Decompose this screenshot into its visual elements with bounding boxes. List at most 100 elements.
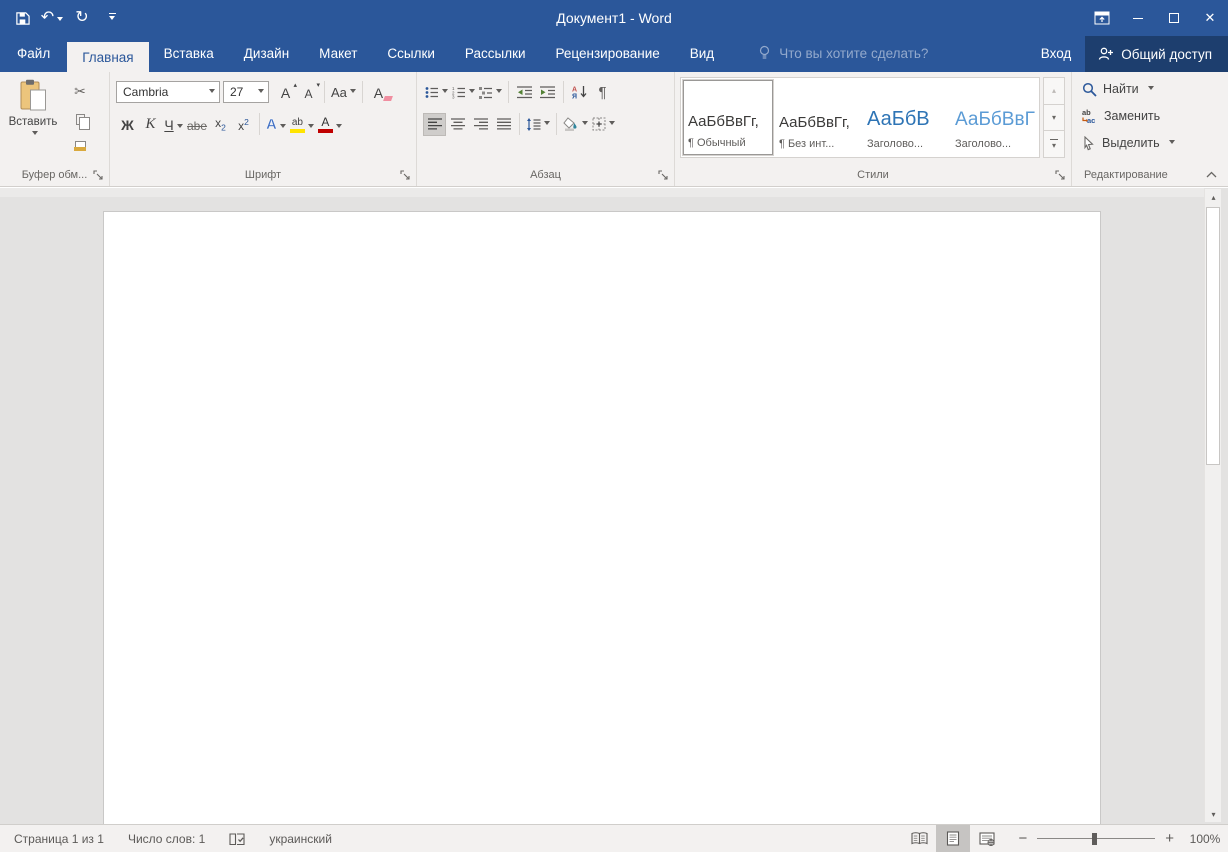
multilevel-list-button[interactable] bbox=[477, 81, 504, 104]
bullets-caret[interactable] bbox=[442, 89, 448, 96]
maximize-button[interactable] bbox=[1156, 0, 1192, 36]
strikethrough-button[interactable]: abe bbox=[185, 113, 209, 136]
find-button[interactable]: Найти bbox=[1082, 78, 1175, 100]
style-no-spacing[interactable]: АаБбВвГг, ¶ Без инт... bbox=[775, 80, 861, 155]
align-center-button[interactable] bbox=[446, 113, 469, 136]
font-family-combobox[interactable]: Cambria bbox=[116, 81, 220, 103]
line-spacing-caret[interactable] bbox=[544, 121, 550, 128]
highlight-caret[interactable] bbox=[308, 124, 314, 131]
zoom-slider-thumb[interactable] bbox=[1092, 833, 1097, 845]
shading-caret[interactable] bbox=[582, 121, 588, 128]
ribbon-display-options-button[interactable] bbox=[1084, 0, 1120, 36]
web-layout-button[interactable] bbox=[970, 825, 1004, 852]
text-effects-button[interactable]: А bbox=[264, 113, 288, 136]
paste-dropdown-caret[interactable] bbox=[32, 131, 38, 138]
borders-button[interactable] bbox=[590, 113, 617, 136]
style-heading2[interactable]: АаБбВвГ Заголово... bbox=[951, 80, 1037, 155]
highlight-color-button[interactable]: ab bbox=[288, 113, 316, 136]
clear-formatting-button[interactable]: А bbox=[367, 81, 390, 104]
font-dialog-launcher-icon[interactable] bbox=[400, 170, 411, 181]
shading-button[interactable] bbox=[561, 113, 590, 136]
page-number-indicator[interactable]: Страница 1 из 1 bbox=[0, 832, 116, 846]
show-paragraph-marks-button[interactable]: ¶ bbox=[591, 81, 614, 104]
tab-insert[interactable]: Вставка bbox=[149, 36, 229, 72]
cut-button[interactable]: ✂ bbox=[68, 79, 92, 103]
tell-me-box[interactable]: Что вы хотите сделать? bbox=[743, 36, 942, 72]
line-spacing-button[interactable] bbox=[524, 113, 552, 136]
tab-mailings[interactable]: Рассылки bbox=[450, 36, 541, 72]
copy-button[interactable] bbox=[68, 107, 92, 131]
font-family-dropdown[interactable] bbox=[204, 82, 219, 102]
find-caret[interactable] bbox=[1148, 86, 1154, 93]
select-caret[interactable] bbox=[1169, 140, 1175, 147]
redo-button[interactable]: ↻ bbox=[68, 3, 96, 33]
print-layout-button[interactable] bbox=[936, 825, 970, 852]
increase-indent-button[interactable] bbox=[536, 81, 559, 104]
styles-scroll-up-button[interactable]: ▴ bbox=[1043, 77, 1065, 105]
decrease-indent-button[interactable] bbox=[513, 81, 536, 104]
close-button[interactable]: ✕ bbox=[1192, 0, 1228, 36]
save-button[interactable] bbox=[8, 3, 36, 33]
document-page[interactable] bbox=[103, 211, 1101, 824]
undo-button[interactable]: ↶ bbox=[38, 3, 66, 33]
paragraph-dialog-launcher-icon[interactable] bbox=[658, 170, 669, 181]
tab-review[interactable]: Рецензирование bbox=[541, 36, 675, 72]
superscript-button[interactable]: x2 bbox=[232, 113, 255, 136]
collapse-ribbon-button[interactable] bbox=[1204, 168, 1218, 180]
minimize-button[interactable] bbox=[1120, 0, 1156, 36]
styles-gallery-more-button[interactable]: ▾ bbox=[1043, 130, 1065, 158]
format-painter-button[interactable] bbox=[68, 135, 92, 159]
align-right-button[interactable] bbox=[469, 113, 492, 136]
style-normal[interactable]: АаБбВвГг, ¶ Обычный bbox=[683, 80, 773, 155]
font-size-combobox[interactable]: 27 bbox=[223, 81, 269, 103]
grow-font-button[interactable]: А▴ bbox=[274, 81, 297, 104]
paste-button[interactable]: Вставить bbox=[6, 79, 60, 164]
tab-design[interactable]: Дизайн bbox=[229, 36, 304, 72]
styles-dialog-launcher-icon[interactable] bbox=[1055, 170, 1066, 181]
font-color-button[interactable]: А bbox=[316, 113, 344, 136]
styles-scroll-down-button[interactable]: ▾ bbox=[1043, 104, 1065, 132]
numbering-caret[interactable] bbox=[469, 89, 475, 96]
sign-in-button[interactable]: Вход bbox=[1027, 36, 1086, 72]
shrink-font-button[interactable]: А▾ bbox=[297, 81, 320, 104]
read-mode-button[interactable] bbox=[902, 825, 936, 852]
share-button[interactable]: Общий доступ bbox=[1085, 36, 1228, 72]
tab-layout[interactable]: Макет bbox=[304, 36, 372, 72]
underline-button[interactable]: Ч bbox=[162, 113, 185, 136]
scroll-down-button[interactable]: ▾ bbox=[1205, 806, 1222, 822]
italic-button[interactable]: К bbox=[139, 113, 162, 136]
bullets-button[interactable] bbox=[423, 81, 450, 104]
text-effects-caret[interactable] bbox=[280, 124, 286, 131]
tab-view[interactable]: Вид bbox=[675, 36, 729, 72]
tab-home[interactable]: Главная bbox=[67, 42, 148, 72]
word-count-indicator[interactable]: Число слов: 1 bbox=[116, 832, 217, 846]
underline-caret[interactable] bbox=[177, 124, 183, 131]
change-case-button[interactable]: Aa bbox=[329, 81, 358, 104]
multilevel-caret[interactable] bbox=[496, 89, 502, 96]
zoom-level-indicator[interactable]: 100% bbox=[1182, 832, 1228, 846]
customize-qat-button[interactable] bbox=[98, 3, 126, 33]
style-heading1[interactable]: АаБбВ Заголово... bbox=[863, 80, 949, 155]
font-size-dropdown[interactable] bbox=[253, 82, 268, 102]
sort-button[interactable]: АЯ bbox=[568, 81, 591, 104]
justify-button[interactable] bbox=[492, 113, 515, 136]
scrollbar-thumb[interactable] bbox=[1206, 207, 1220, 465]
vertical-scrollbar[interactable]: ▴ ▾ bbox=[1204, 189, 1221, 822]
zoom-in-button[interactable]: + bbox=[1165, 830, 1174, 847]
language-indicator[interactable]: украинский bbox=[257, 832, 344, 846]
numbering-button[interactable]: 123 bbox=[450, 81, 477, 104]
replace-button[interactable]: abac Заменить bbox=[1082, 105, 1175, 127]
tab-references[interactable]: Ссылки bbox=[372, 36, 450, 72]
select-button[interactable]: Выделить bbox=[1082, 132, 1175, 154]
zoom-slider[interactable] bbox=[1037, 832, 1155, 846]
clipboard-dialog-launcher-icon[interactable] bbox=[93, 170, 104, 181]
zoom-out-button[interactable]: − bbox=[1018, 830, 1027, 847]
subscript-button[interactable]: x2 bbox=[209, 113, 232, 136]
align-left-button[interactable] bbox=[423, 113, 446, 136]
tab-file[interactable]: Файл bbox=[0, 36, 67, 72]
undo-dropdown-caret[interactable] bbox=[57, 17, 63, 24]
font-color-caret[interactable] bbox=[336, 124, 342, 131]
proofing-status[interactable] bbox=[217, 832, 257, 846]
scroll-up-button[interactable]: ▴ bbox=[1205, 189, 1222, 205]
borders-caret[interactable] bbox=[609, 121, 615, 128]
